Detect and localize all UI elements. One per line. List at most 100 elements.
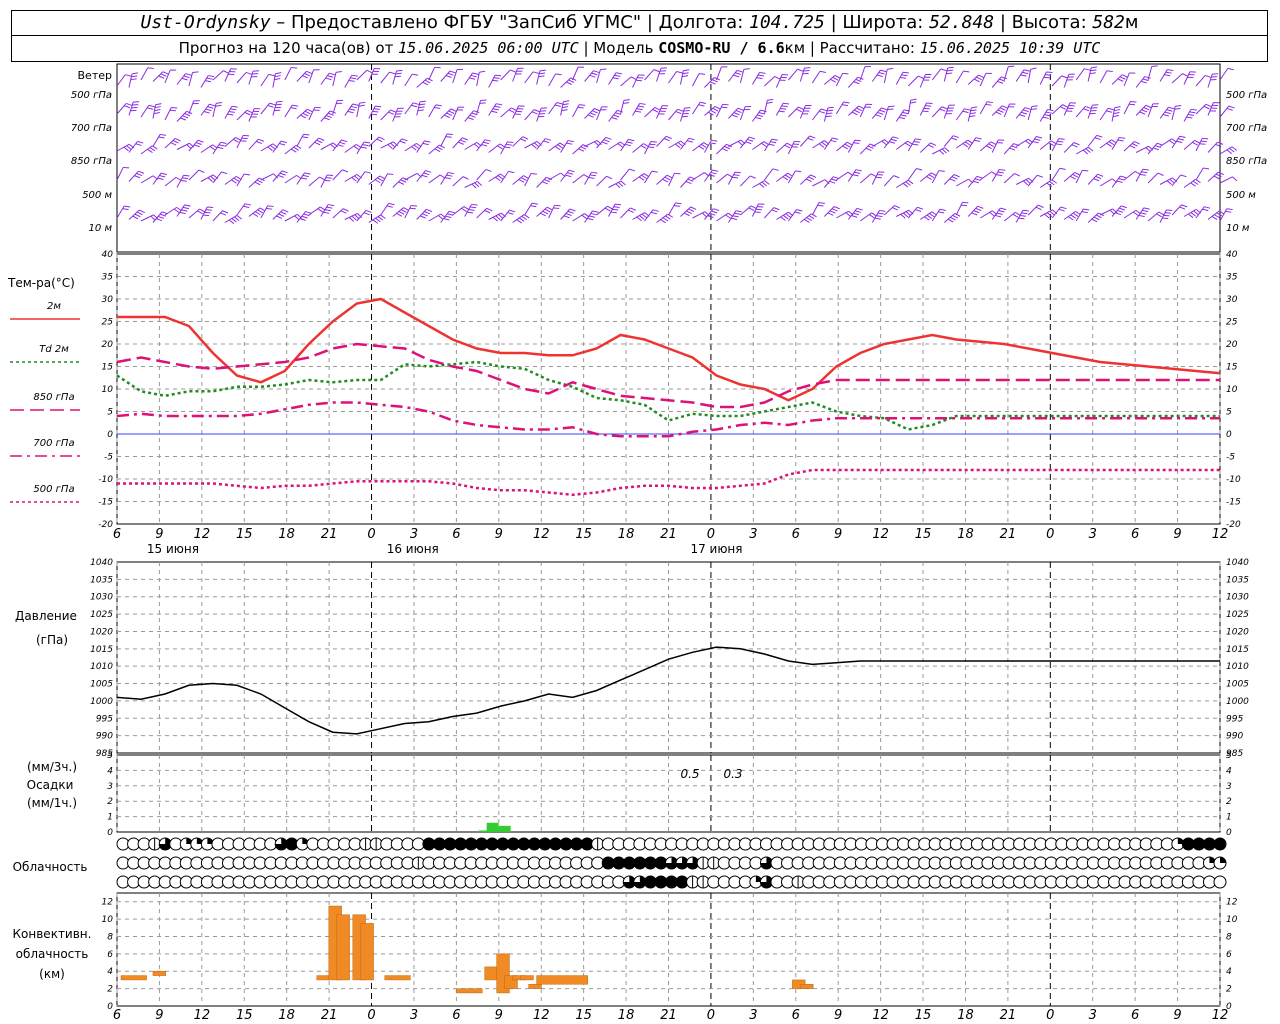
wind-barb-shaft (811, 202, 820, 216)
wind-barb-flag (562, 106, 569, 109)
wind-barb-flag (1091, 218, 1098, 223)
wind-barb-flag (733, 74, 740, 78)
wind-barb-shaft (632, 173, 645, 182)
wind-barb-flag (205, 209, 212, 211)
meteogram: { "header": { "station": "Ust-Ordynsky",… (0, 0, 1280, 1024)
wind-barb-flag (366, 69, 373, 74)
wind-barb-shaft (392, 138, 403, 150)
wind-barb-flag (412, 73, 419, 76)
wind-barb-flag (1190, 212, 1196, 217)
wind-barb-flag (1121, 205, 1128, 209)
wind-barb-flag (1167, 69, 1174, 72)
wind-barb-flag (1072, 212, 1079, 217)
wind-barb-shaft (656, 174, 668, 185)
convective-ytick-right: 12 (1226, 898, 1238, 908)
convective-bar (384, 975, 411, 981)
wind-barb-flag (1179, 206, 1186, 210)
wind-barb-flag (474, 182, 480, 188)
wind-barb-flag (220, 141, 227, 144)
wind-barb-flag (233, 138, 239, 143)
wind-barb-flag (711, 210, 718, 214)
wind-barb-shaft (584, 172, 592, 185)
wind-barb-flag (568, 79, 575, 83)
wind-barb-flag (231, 218, 237, 223)
wind-barb-flag (709, 212, 716, 216)
wind-barb-flag (425, 170, 432, 173)
wind-barb-flag (735, 109, 742, 114)
wind-barb-flag (892, 207, 898, 211)
wind-barb-flag (505, 143, 512, 146)
wind-barb-flag (1129, 103, 1136, 106)
wind-barb-flag (1050, 140, 1057, 145)
wind-barb-flag (969, 115, 976, 118)
wind-barb-flag (399, 140, 406, 144)
wind-barb-shaft (931, 208, 941, 222)
wind-barb-flag (577, 106, 584, 109)
wind-barb-flag (1043, 76, 1050, 79)
wind-barb-flag (504, 146, 511, 149)
wind-barb-flag (938, 211, 945, 214)
wind-barb-flag (388, 111, 395, 115)
wind-barb-flag (447, 213, 454, 216)
wind-barb-flag (497, 175, 504, 180)
wind-barb-flag (963, 70, 970, 73)
convective-bar (484, 966, 498, 981)
bottom-xtick-label: 12 (872, 1008, 889, 1023)
wind-barb-flag (1142, 209, 1149, 213)
wind-barb-shaft (1219, 176, 1233, 184)
temp-xtick-label: 21 (321, 527, 338, 542)
wind-barb-flag (531, 202, 539, 205)
wind-barb-flag (448, 110, 455, 114)
wind-barb-flag (1032, 140, 1039, 144)
convective-ytick-left: 10 (102, 915, 114, 925)
convective-bar (336, 914, 350, 981)
wind-barb-shaft (284, 67, 292, 81)
wind-barb-flag (978, 74, 985, 79)
wind-barb-flag (380, 214, 386, 219)
wind-barb-flag (901, 74, 908, 77)
wind-barb-flag (377, 177, 383, 182)
wind-barb-flag (1023, 69, 1030, 72)
wind-barb-flag (964, 108, 971, 111)
wind-barb-shaft (368, 175, 381, 185)
wind-barb-flag (258, 138, 265, 142)
wind-barb-flag (1134, 170, 1141, 175)
wind-barb-shaft (1135, 145, 1149, 153)
wind-barb-shaft (404, 172, 418, 181)
wind-barb-flag (359, 101, 366, 104)
wind-barb-flag (710, 109, 717, 114)
wind-barb-flag (302, 112, 309, 117)
wind-barb-flag (379, 175, 386, 180)
wind-barb-flag (245, 71, 252, 75)
wind-barb-flag (469, 77, 476, 80)
wind-barb-flag (915, 209, 922, 212)
wind-barb-shaft (967, 137, 977, 150)
wind-barb-flag (819, 70, 826, 73)
convective-bar (456, 988, 483, 994)
wind-barb-shaft (176, 142, 190, 150)
wind-barb-flag (998, 210, 1005, 213)
pressure-ytick-left: 1015 (90, 645, 113, 655)
wind-barb-shaft (1075, 68, 1085, 81)
precip-title: Осадки (27, 778, 74, 792)
wind-barb-flag (543, 140, 550, 144)
wind-barb-flag (254, 181, 261, 186)
wind-barb-shaft (608, 141, 621, 150)
cloud-fill (1220, 857, 1226, 863)
temp-xtick-label: 9 (155, 527, 163, 542)
wind-barb-flag (1096, 134, 1103, 138)
wind-barb-flag (278, 213, 285, 217)
wind-barb-flag (736, 69, 743, 73)
wind-barb-flag (1142, 168, 1149, 171)
wind-barb-flag (698, 104, 705, 107)
wind-barb-flag (854, 171, 861, 174)
wind-barb-shaft (596, 205, 608, 216)
wind-barb-flag (363, 212, 370, 216)
wind-barb-flag (1154, 145, 1161, 148)
convective-ytick-right: 10 (1226, 915, 1238, 925)
wind-barb-shaft (284, 144, 297, 155)
wind-barb-shaft (620, 76, 632, 87)
wind-barb-shaft (560, 140, 569, 153)
wind-barb-flag (902, 71, 909, 74)
temp-ytick-left: 40 (102, 250, 114, 260)
